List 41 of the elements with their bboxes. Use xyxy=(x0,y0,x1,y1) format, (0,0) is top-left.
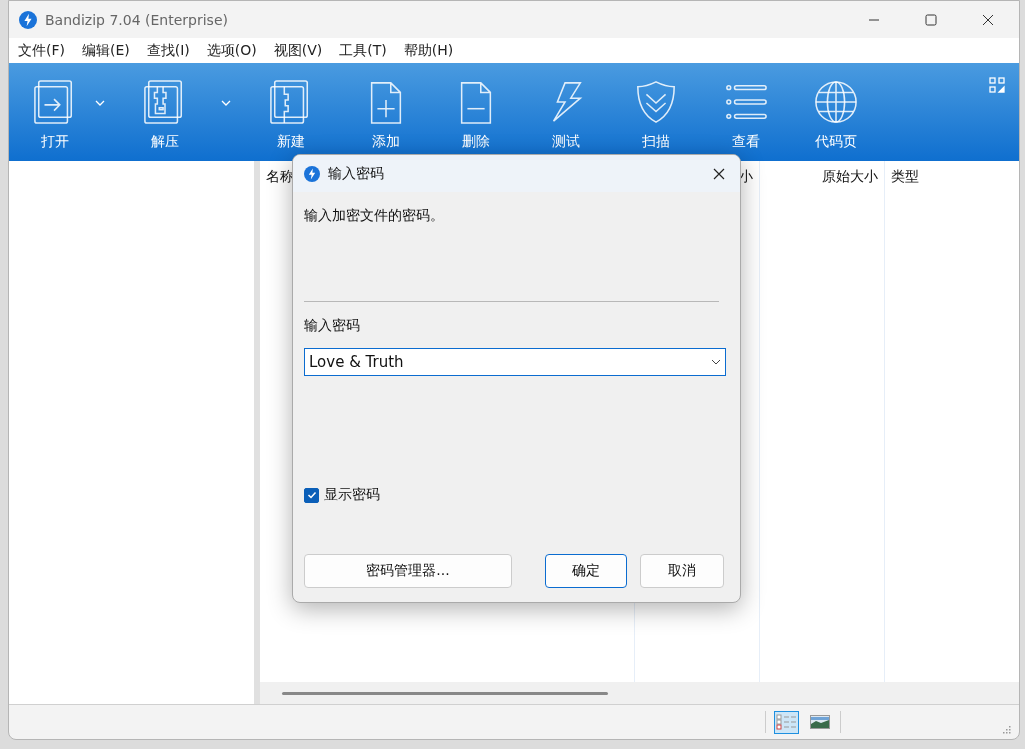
toolbar-button[interactable]: 添加 xyxy=(341,63,431,151)
menu-item[interactable]: 查找(I) xyxy=(146,41,190,60)
caret-icon[interactable] xyxy=(221,100,231,106)
toolbar-button[interactable]: 解压 xyxy=(115,63,241,151)
dialog-button[interactable]: 确定 xyxy=(545,554,627,588)
toolbar-button[interactable]: 打开 xyxy=(21,63,115,151)
menu-item[interactable]: 选项(O) xyxy=(206,41,257,60)
dialog-message: 输入加密文件的密码。 xyxy=(304,207,444,225)
shield-icon xyxy=(634,79,678,125)
layout-icon[interactable] xyxy=(989,77,1005,93)
scrollbar-thumb[interactable] xyxy=(282,691,608,695)
menu-item[interactable]: 视图(V) xyxy=(273,41,323,60)
menu-item[interactable]: 编辑(E) xyxy=(82,41,130,60)
app-logo-icon xyxy=(304,165,320,182)
checkbox[interactable] xyxy=(304,487,319,503)
close-icon[interactable] xyxy=(982,13,994,26)
toolbar-button[interactable]: 代码页 xyxy=(791,63,881,151)
toolbar-button[interactable]: 测试 xyxy=(521,63,611,151)
dialog-button[interactable]: 取消 xyxy=(640,554,724,588)
caret-icon[interactable] xyxy=(95,100,105,106)
maximize-icon[interactable] xyxy=(925,13,937,26)
dialog-button[interactable]: 密码管理器... xyxy=(304,554,512,588)
globe-icon xyxy=(814,79,858,125)
column-header[interactable]: 原始大小 xyxy=(816,168,884,186)
toolbar-button[interactable]: 新建 xyxy=(241,63,341,151)
password-combobox[interactable]: Love & Truth xyxy=(304,348,726,376)
menu-item[interactable]: 工具(T) xyxy=(339,41,387,60)
checkbox-label[interactable]: 显示密码 xyxy=(324,486,380,504)
close-icon[interactable] xyxy=(713,167,725,180)
dialog-title: 输入密码 xyxy=(328,164,384,183)
window-title: Bandizip 7.04 (Enterprise) xyxy=(45,11,228,28)
toolbar-button[interactable]: 查看 xyxy=(701,63,791,151)
toolbar-button[interactable]: 扫描 xyxy=(611,63,701,151)
toolbar-button[interactable]: 删除 xyxy=(431,63,521,151)
column-header[interactable]: 类型 xyxy=(885,168,925,186)
checkmark-icon xyxy=(306,490,317,500)
app-logo-icon xyxy=(19,10,37,29)
details-view-button[interactable] xyxy=(774,710,799,734)
menu-item[interactable]: 帮助(H) xyxy=(403,41,454,60)
menu-item[interactable]: 文件(F) xyxy=(18,41,65,60)
field-label: 输入密码 xyxy=(304,317,360,335)
